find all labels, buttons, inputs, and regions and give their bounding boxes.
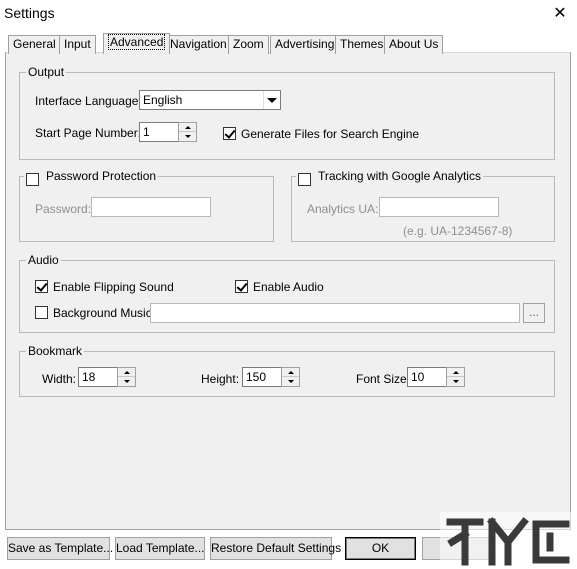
bookmark-width-label: Width: (42, 372, 77, 386)
password-label: Password: (35, 202, 92, 216)
bookmark-legend: Bookmark (26, 344, 85, 358)
spin-up-icon[interactable] (447, 368, 464, 377)
tab-zoom[interactable]: Zoom (228, 35, 269, 54)
tracking-legend: Tracking with Google Analytics (296, 169, 483, 183)
flipping-sound-label[interactable]: Enable Flipping Sound (53, 280, 174, 294)
interface-language-select[interactable]: English (139, 90, 281, 110)
start-page-spin-buttons[interactable] (178, 122, 197, 142)
tab-label: General (13, 37, 56, 51)
bookmark-font-size-spin-buttons[interactable] (446, 367, 465, 387)
tab-advertising[interactable]: Advertising (270, 35, 340, 54)
generate-files-label[interactable]: Generate Files for Search Engine (241, 127, 419, 141)
tab-label: Navigation (170, 37, 227, 51)
spin-up-icon[interactable] (179, 123, 196, 132)
generate-files-checkbox[interactable] (223, 127, 236, 140)
tab-input[interactable]: Input (59, 35, 96, 54)
background-music-checkbox[interactable] (35, 306, 48, 319)
bookmark-width-input[interactable]: 18 (78, 367, 118, 387)
tab-general[interactable]: General (8, 35, 61, 54)
tab-themes[interactable]: Themes (335, 35, 389, 54)
output-group: Output (19, 65, 555, 160)
interface-language-value: English (143, 93, 183, 107)
tab-advanced[interactable]: Advanced (103, 33, 171, 54)
password-legend: Password Protection (24, 169, 159, 183)
spin-down-icon[interactable] (179, 132, 196, 141)
analytics-ua-hint: (e.g. UA-1234567-8) (403, 224, 513, 238)
password-input[interactable] (91, 197, 211, 217)
start-page-input[interactable]: 1 (139, 122, 179, 142)
spin-up-icon[interactable] (118, 368, 135, 377)
analytics-ua-label: Analytics UA: (307, 202, 379, 216)
start-page-label: Start Page Number: (35, 126, 142, 140)
chevron-down-icon[interactable] (263, 91, 280, 109)
password-protection-checkbox[interactable] (26, 173, 39, 186)
enable-audio-label[interactable]: Enable Audio (253, 280, 324, 294)
bookmark-height-spin-buttons[interactable] (281, 367, 300, 387)
enable-audio-checkbox[interactable] (235, 280, 248, 293)
interface-language-label: Interface Language: (35, 94, 142, 108)
bookmark-height-stepper[interactable]: 150 (242, 367, 300, 387)
window-title: Settings (4, 5, 55, 21)
background-music-input[interactable] (150, 303, 520, 323)
tab-label: Themes (340, 37, 384, 51)
spin-down-icon[interactable] (282, 377, 299, 386)
background-music-label[interactable]: Background Music: (53, 306, 155, 320)
bookmark-font-size-label: Font Size: (356, 372, 411, 386)
tab-about-us[interactable]: About Us (384, 35, 444, 54)
bookmark-width-spin-buttons[interactable] (117, 367, 136, 387)
spin-down-icon[interactable] (118, 377, 135, 386)
tab-label: Input (64, 37, 91, 51)
tab-label: Advanced (108, 34, 166, 50)
tab-label: About Us (389, 37, 439, 51)
flipping-sound-checkbox[interactable] (35, 280, 48, 293)
tab-navigation[interactable]: Navigation (165, 35, 232, 54)
output-legend: Output (26, 65, 67, 79)
spin-down-icon[interactable] (447, 377, 464, 386)
start-page-stepper[interactable]: 1 (139, 122, 197, 142)
load-template-button[interactable]: Load Template... (115, 537, 205, 560)
title-bar: Settings ✕ (0, 0, 577, 28)
bookmark-font-size-stepper[interactable]: 10 (407, 367, 465, 387)
tracking-checkbox[interactable] (298, 173, 311, 186)
browse-button[interactable]: ... (523, 303, 545, 323)
close-icon[interactable]: ✕ (549, 3, 571, 25)
restore-defaults-button[interactable]: Restore Default Settings (210, 537, 341, 560)
audio-legend: Audio (26, 253, 61, 267)
ok-button[interactable]: OK (345, 537, 416, 560)
spin-up-icon[interactable] (282, 368, 299, 377)
tab-label: Advertising (275, 37, 335, 51)
bookmark-font-size-input[interactable]: 10 (407, 367, 447, 387)
tab-label: Zoom (233, 37, 264, 51)
bookmark-width-stepper[interactable]: 18 (78, 367, 136, 387)
bookmark-height-input[interactable]: 150 (242, 367, 282, 387)
save-template-button[interactable]: Save as Template... (7, 537, 113, 560)
settings-window: Settings ✕ General Input Advanced Naviga… (0, 0, 577, 569)
analytics-ua-input[interactable] (379, 197, 499, 217)
bookmark-height-label: Height: (201, 372, 240, 386)
watermark-logo-icon (440, 512, 576, 569)
